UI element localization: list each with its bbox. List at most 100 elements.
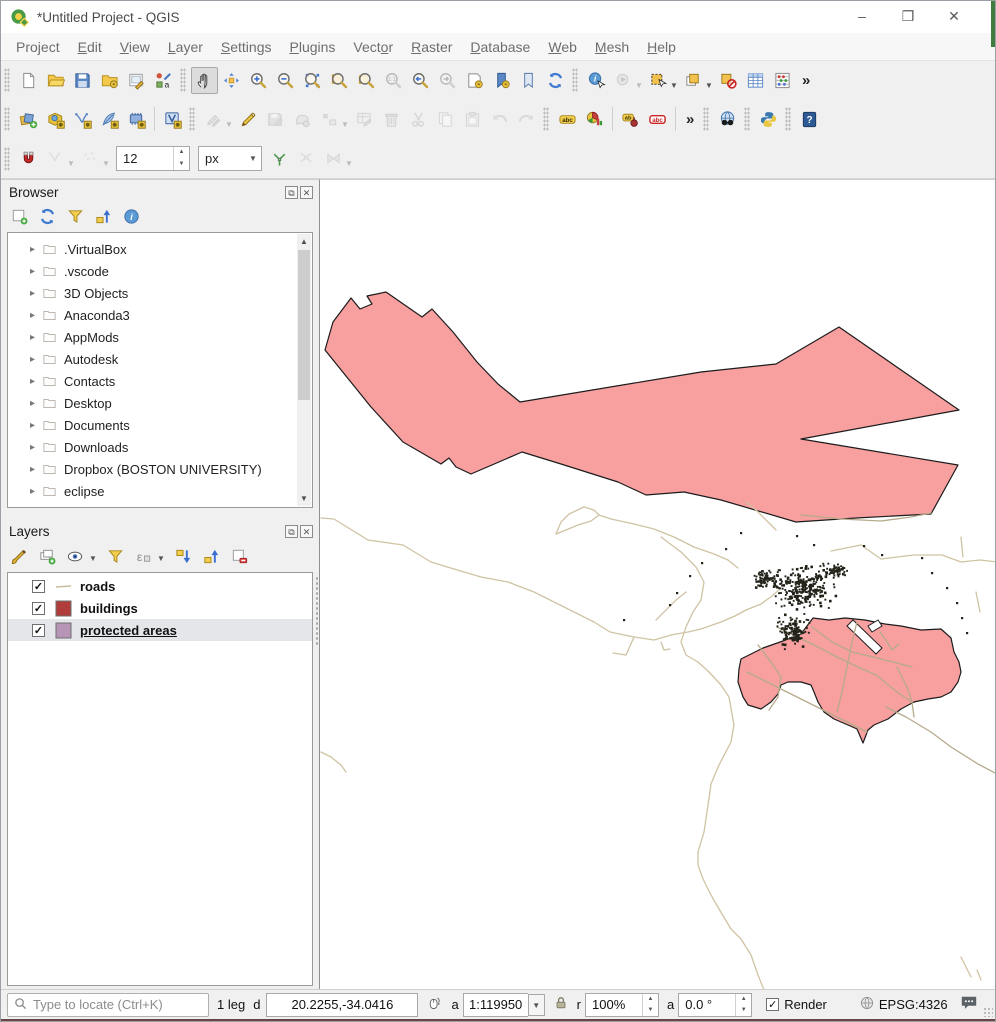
spinner-arrows[interactable]: ▲▼ bbox=[642, 994, 658, 1016]
locate-search-box[interactable] bbox=[7, 993, 209, 1017]
new-spatial-bookmark-button[interactable] bbox=[488, 67, 515, 94]
browser-item-documents[interactable]: ▸Documents bbox=[8, 414, 312, 436]
scale-dropdown-icon[interactable]: ▼ bbox=[528, 994, 545, 1016]
menu-raster[interactable]: Raster bbox=[402, 33, 461, 61]
browser-item--vscode[interactable]: ▸.vscode bbox=[8, 260, 312, 282]
new-map-view-button[interactable] bbox=[461, 67, 488, 94]
minimize-button[interactable]: – bbox=[839, 1, 885, 33]
browser-item-downloads[interactable]: ▸Downloads bbox=[8, 436, 312, 458]
new-print-layout-button[interactable] bbox=[96, 67, 123, 94]
select-features-by-value-button[interactable] bbox=[680, 67, 707, 94]
expand-arrow-icon[interactable]: ▸ bbox=[30, 508, 42, 509]
expand-arrow-icon[interactable]: ▸ bbox=[30, 398, 42, 409]
zoom-out-button[interactable] bbox=[272, 67, 299, 94]
layers-close-icon[interactable]: ✕ bbox=[300, 525, 313, 538]
select-features-button[interactable] bbox=[645, 67, 672, 94]
zoom-to-layer-button[interactable] bbox=[353, 67, 380, 94]
menu-view[interactable]: View bbox=[111, 33, 159, 61]
expand-arrow-icon[interactable]: ▸ bbox=[30, 442, 42, 453]
snapping-units-combo[interactable]: px▼ bbox=[198, 146, 262, 171]
expand-all-layers-button[interactable] bbox=[171, 544, 195, 568]
extents-icon[interactable] bbox=[426, 995, 443, 1015]
expand-arrow-icon[interactable]: ▸ bbox=[30, 464, 42, 475]
layer-checkbox[interactable]: ✓ bbox=[32, 624, 45, 637]
toolbar-grip[interactable] bbox=[180, 68, 186, 92]
browser-item--virtualbox[interactable]: ▸.VirtualBox bbox=[8, 238, 312, 260]
add-group-button[interactable] bbox=[35, 544, 59, 568]
filter-by-expression-button[interactable]: ε bbox=[131, 544, 155, 568]
layer-row-roads[interactable]: ✓roads bbox=[8, 575, 312, 597]
add-selected-layers-button[interactable] bbox=[7, 204, 31, 228]
spinner-arrows[interactable]: ▲▼ bbox=[173, 147, 189, 170]
filter-legend-button[interactable] bbox=[103, 544, 127, 568]
menu-vector[interactable]: Vector bbox=[344, 33, 402, 61]
layer-checkbox[interactable]: ✓ bbox=[32, 580, 45, 593]
browser-item-appmods[interactable]: ▸AppMods bbox=[8, 326, 312, 348]
scroll-up-icon[interactable]: ▲ bbox=[297, 234, 311, 249]
menu-help[interactable]: Help bbox=[638, 33, 685, 61]
coordinate-display[interactable]: 20.2255,-34.0416 bbox=[266, 993, 418, 1017]
menu-edit[interactable]: Edit bbox=[69, 33, 111, 61]
topological-editing-button[interactable] bbox=[266, 145, 293, 172]
expand-arrow-icon[interactable]: ▸ bbox=[30, 354, 42, 365]
refresh-browser-button[interactable] bbox=[35, 204, 59, 228]
browser-item-contacts[interactable]: ▸Contacts bbox=[8, 370, 312, 392]
snapping-tolerance-spinner[interactable]: 12▲▼ bbox=[116, 146, 190, 171]
messages-icon[interactable] bbox=[959, 994, 979, 1015]
browser-close-icon[interactable]: ✕ bbox=[300, 186, 313, 199]
browser-item-anaconda3[interactable]: ▸Anaconda3 bbox=[8, 304, 312, 326]
layer-diagram-button[interactable] bbox=[581, 106, 608, 133]
expand-arrow-icon[interactable]: ▸ bbox=[30, 266, 42, 277]
layer-row-buildings[interactable]: ✓buildings bbox=[8, 597, 312, 619]
maximize-button[interactable]: ❒ bbox=[885, 1, 931, 33]
menu-web[interactable]: Web bbox=[539, 33, 586, 61]
help-contents-button[interactable]: ? bbox=[796, 106, 823, 133]
field-calculator-button[interactable] bbox=[769, 67, 796, 94]
identify-features-button[interactable]: i bbox=[583, 67, 610, 94]
zoom-in-button[interactable] bbox=[245, 67, 272, 94]
toolbar-overflow-icon[interactable]: » bbox=[680, 111, 700, 128]
expand-arrow-icon[interactable]: ▸ bbox=[30, 420, 42, 431]
zoom-last-button[interactable] bbox=[407, 67, 434, 94]
expand-arrow-icon[interactable]: ▸ bbox=[30, 486, 42, 497]
layer-checkbox[interactable]: ✓ bbox=[32, 602, 45, 615]
menu-settings[interactable]: Settings bbox=[212, 33, 281, 61]
layers-float-icon[interactable]: ⧉ bbox=[285, 525, 298, 538]
new-shapefile-layer-button[interactable] bbox=[69, 106, 96, 133]
toolbar-overflow-icon[interactable]: » bbox=[796, 72, 816, 89]
show-bookmarks-button[interactable] bbox=[515, 67, 542, 94]
render-toggle[interactable]: ✓ Render bbox=[766, 997, 827, 1012]
toolbar-grip[interactable] bbox=[703, 107, 709, 131]
new-memory-layer-button[interactable] bbox=[123, 106, 150, 133]
show-layout-manager-button[interactable] bbox=[123, 67, 150, 94]
window-resize-grip[interactable] bbox=[983, 1007, 993, 1017]
menu-database[interactable]: Database bbox=[461, 33, 539, 61]
deselect-all-button[interactable] bbox=[715, 67, 742, 94]
zoom-to-selection-button[interactable] bbox=[326, 67, 353, 94]
expand-arrow-icon[interactable]: ▸ bbox=[30, 310, 42, 321]
toolbar-grip[interactable] bbox=[4, 68, 10, 92]
save-project-button[interactable] bbox=[69, 67, 96, 94]
menu-plugins[interactable]: Plugins bbox=[280, 33, 344, 61]
menu-layer[interactable]: Layer bbox=[159, 33, 212, 61]
new-project-button[interactable] bbox=[15, 67, 42, 94]
browser-item-eclipse[interactable]: ▸eclipse bbox=[8, 480, 312, 502]
refresh-map-button[interactable] bbox=[542, 67, 569, 94]
new-spatialite-layer-button[interactable] bbox=[96, 106, 123, 133]
browser-float-icon[interactable]: ⧉ bbox=[285, 186, 298, 199]
open-attribute-table-button[interactable] bbox=[742, 67, 769, 94]
zoom-full-button[interactable] bbox=[299, 67, 326, 94]
menu-mesh[interactable]: Mesh bbox=[586, 33, 638, 61]
browser-item-desktop[interactable]: ▸Desktop bbox=[8, 392, 312, 414]
layer-labeling-button[interactable]: abc bbox=[554, 106, 581, 133]
toggle-editing-button[interactable] bbox=[235, 106, 262, 133]
data-source-manager-button[interactable] bbox=[15, 106, 42, 133]
python-console-button[interactable] bbox=[755, 106, 782, 133]
collapse-all-browser-button[interactable] bbox=[91, 204, 115, 228]
toolbar-grip[interactable] bbox=[189, 107, 195, 131]
pan-to-selection-button[interactable] bbox=[218, 67, 245, 94]
browser-item-3d-objects[interactable]: ▸3D Objects bbox=[8, 282, 312, 304]
rotation-spinner[interactable]: 0.0 ° ▲▼ bbox=[678, 993, 752, 1017]
pin-labels-button[interactable]: ab bbox=[617, 106, 644, 133]
render-checkbox[interactable]: ✓ bbox=[766, 998, 779, 1011]
